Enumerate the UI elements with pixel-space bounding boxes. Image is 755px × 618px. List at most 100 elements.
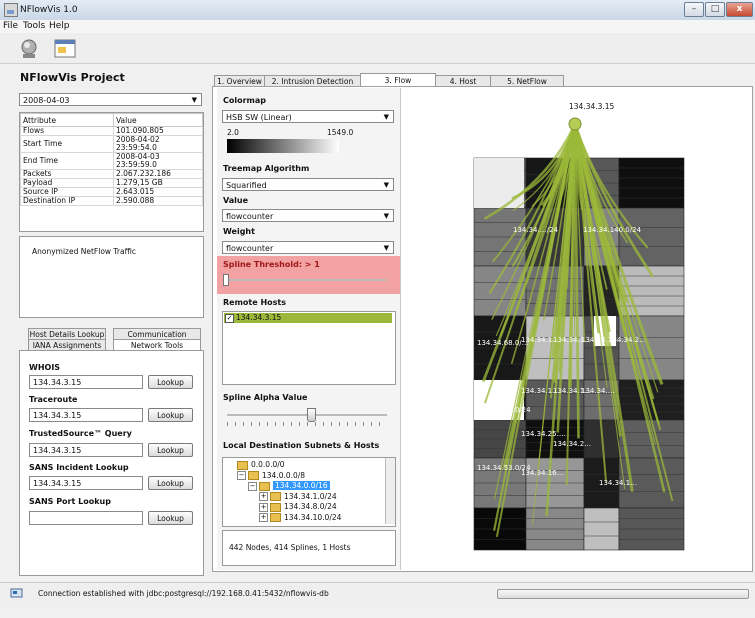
network-tools-panel: WHOIS 134.34.3.15 Lookup Traceroute 134.… [19, 350, 204, 576]
source-host-node [568, 117, 582, 131]
colormap-max: 1549.0 [327, 128, 354, 137]
sans-incident-lookup-button[interactable]: Lookup [148, 476, 193, 490]
sans-port-label: SANS Port Lookup [29, 497, 111, 506]
attr-name: Start Time [20, 135, 114, 153]
traceroute-input[interactable]: 134.34.3.15 [29, 408, 143, 422]
colormap-label: Colormap [223, 96, 267, 105]
spline-threshold-slider[interactable] [223, 274, 229, 286]
tab-flow-visualization[interactable]: 3. Flow Visualization [360, 73, 436, 98]
treemap-block-label: 134.34.2… [553, 440, 591, 448]
trustedsource-lookup-button[interactable]: Lookup [148, 443, 193, 457]
tree-node[interactable]: − 134.0.0.0/8 [237, 471, 305, 481]
table-row[interactable]: Flows 101.090.805 [20, 126, 203, 136]
minimize-button[interactable]: – [684, 2, 704, 17]
expand-toggle-icon[interactable]: − [237, 471, 246, 480]
folder-icon [270, 492, 281, 501]
tree-node-label: 134.34.0.0/16 [273, 481, 330, 490]
treemap-block-label: 134.34.1… [599, 479, 637, 487]
menu-tools[interactable]: Tools [23, 21, 45, 31]
treemap-svg[interactable]: 134.34.…/24 134.34.140.0/24134.34.68.0/…1… [403, 90, 751, 570]
table-row[interactable]: End Time 2008-04-03 23:59:59.0 [20, 152, 203, 170]
list-item[interactable]: ✓ 134.34.3.15 [224, 313, 392, 323]
database-icon [10, 588, 23, 599]
folder-icon [270, 513, 281, 522]
maximize-button[interactable]: □ [705, 2, 725, 17]
attr-name: End Time [20, 152, 114, 170]
trustedsource-label: TrustedSource™ Query [29, 429, 132, 438]
menu-file[interactable]: File [3, 21, 18, 31]
folder-icon [270, 502, 281, 512]
spline-threshold-label: Spline Threshold: > 1 [223, 260, 320, 269]
status-bar: Connection established with jdbc:postgre… [0, 582, 755, 607]
table-row[interactable]: Destination IP 2.590.088 [20, 196, 203, 206]
treemap-block-label: 134.34.140.0/24 [583, 226, 642, 234]
sans-incident-input[interactable]: 134.34.3.15 [29, 476, 143, 490]
tree-node[interactable]: +134.34.10.0/24 [259, 513, 341, 523]
tree-node-label: 134.34.1.0/24 [284, 491, 337, 501]
tree-node[interactable]: +134.34.8.0/24 [259, 502, 337, 512]
spline-threshold-track [223, 279, 387, 281]
folder-icon [259, 481, 270, 491]
table-row[interactable]: Start Time 2008-04-02 23:59:54.0 [20, 135, 203, 153]
close-button[interactable]: x [726, 2, 753, 17]
treemap-block-label: 134.34.… [581, 387, 615, 395]
treemap-value: Squarified [226, 181, 267, 190]
project-description[interactable]: Anonymized NetFlow Traffic [19, 236, 204, 318]
menu-bar: File Tools Help [0, 20, 755, 34]
traceroute-lookup-button[interactable]: Lookup [148, 408, 193, 422]
project-title: NFlowVis Project [20, 71, 125, 84]
summary-text: 442 Nodes, 414 Splines, 1 Hosts [229, 543, 351, 552]
settings-column: Colormap HSB SW (Linear) ▼ 2.0 1549.0 Tre… [217, 88, 401, 570]
date-select[interactable]: 2008-04-03 ▼ [19, 93, 202, 106]
status-message: Connection established with jdbc:postgre… [38, 589, 329, 598]
description-text: Anonymized NetFlow Traffic [32, 247, 136, 256]
treemap-select[interactable]: Squarified ▼ [222, 178, 394, 191]
expand-toggle-icon[interactable]: − [248, 481, 257, 491]
remote-hosts-list[interactable]: ✓ 134.34.3.15 [222, 311, 396, 385]
tree-node[interactable]: − 134.34.0.0/16 [248, 481, 330, 491]
whois-lookup-button[interactable]: Lookup [148, 375, 193, 389]
treemap-cell [474, 158, 524, 208]
attr-value: 2008-04-02 23:59:54.0 [113, 135, 203, 153]
treemap-visualization[interactable]: 134.34.…/24 134.34.140.0/24 134.34.68.0/… 1… [403, 90, 751, 570]
window-icon[interactable] [54, 39, 76, 59]
connect-icon[interactable] [17, 38, 41, 60]
whois-input[interactable]: 134.34.3.15 [29, 375, 143, 389]
sans-port-lookup-button[interactable]: Lookup [148, 511, 193, 525]
treemap-cell [583, 507, 620, 551]
sans-port-input[interactable] [29, 511, 143, 525]
tree-scrollbar[interactable] [385, 458, 395, 524]
treemap-block-label: 134.34.2… [608, 336, 646, 344]
attributes-table: Attribute Value Flows 101.090.805 Start T… [19, 112, 204, 232]
trustedsource-input[interactable]: 134.34.3.15 [29, 443, 143, 457]
expand-toggle-icon[interactable]: + [259, 502, 268, 512]
colormap-select[interactable]: HSB SW (Linear) ▼ [222, 110, 394, 123]
chevron-down-icon: ▼ [383, 244, 389, 252]
expand-toggle-icon[interactable]: + [259, 513, 268, 522]
value-select[interactable]: flowcounter ▼ [222, 209, 394, 222]
attr-value: 2.590.088 [113, 196, 203, 206]
weight-label: Weight [223, 227, 255, 236]
colormap-gradient [227, 139, 339, 153]
treemap-block-label: 134.34.…/24 [513, 226, 559, 234]
menu-help[interactable]: Help [49, 21, 70, 31]
value-label: Value [223, 196, 249, 205]
spline-alpha-slider[interactable] [307, 408, 317, 422]
chevron-down-icon: ▼ [383, 181, 389, 189]
expand-toggle-icon[interactable]: + [259, 492, 268, 501]
progress-bar [497, 589, 749, 599]
spline-threshold-panel: Spline Threshold: > 1 [217, 256, 400, 294]
colormap-value: HSB SW (Linear) [226, 113, 292, 122]
subnet-tree[interactable]: −0.0.0.0/0−134.0.0.0/8− 134.34.0.0/16 +134… [222, 457, 396, 527]
tree-node[interactable]: −0.0.0.0/0 [226, 460, 285, 470]
tree-node[interactable]: +134.34.1.0/24 [259, 492, 337, 502]
treemap-block-label: 134.34.16… [521, 469, 564, 477]
checkbox[interactable]: ✓ [225, 314, 234, 323]
weight-select[interactable]: flowcounter ▼ [222, 241, 394, 254]
attr-name: Flows [20, 126, 114, 136]
remote-hosts-label: Remote Hosts [223, 298, 286, 307]
tree-node-label: 134.34.8.0/24 [284, 502, 337, 511]
folder-icon [248, 471, 259, 480]
source-host-label: 134.34.3.15 [569, 102, 615, 111]
tree-node-label: 134.34.10.0/24 [284, 512, 342, 522]
